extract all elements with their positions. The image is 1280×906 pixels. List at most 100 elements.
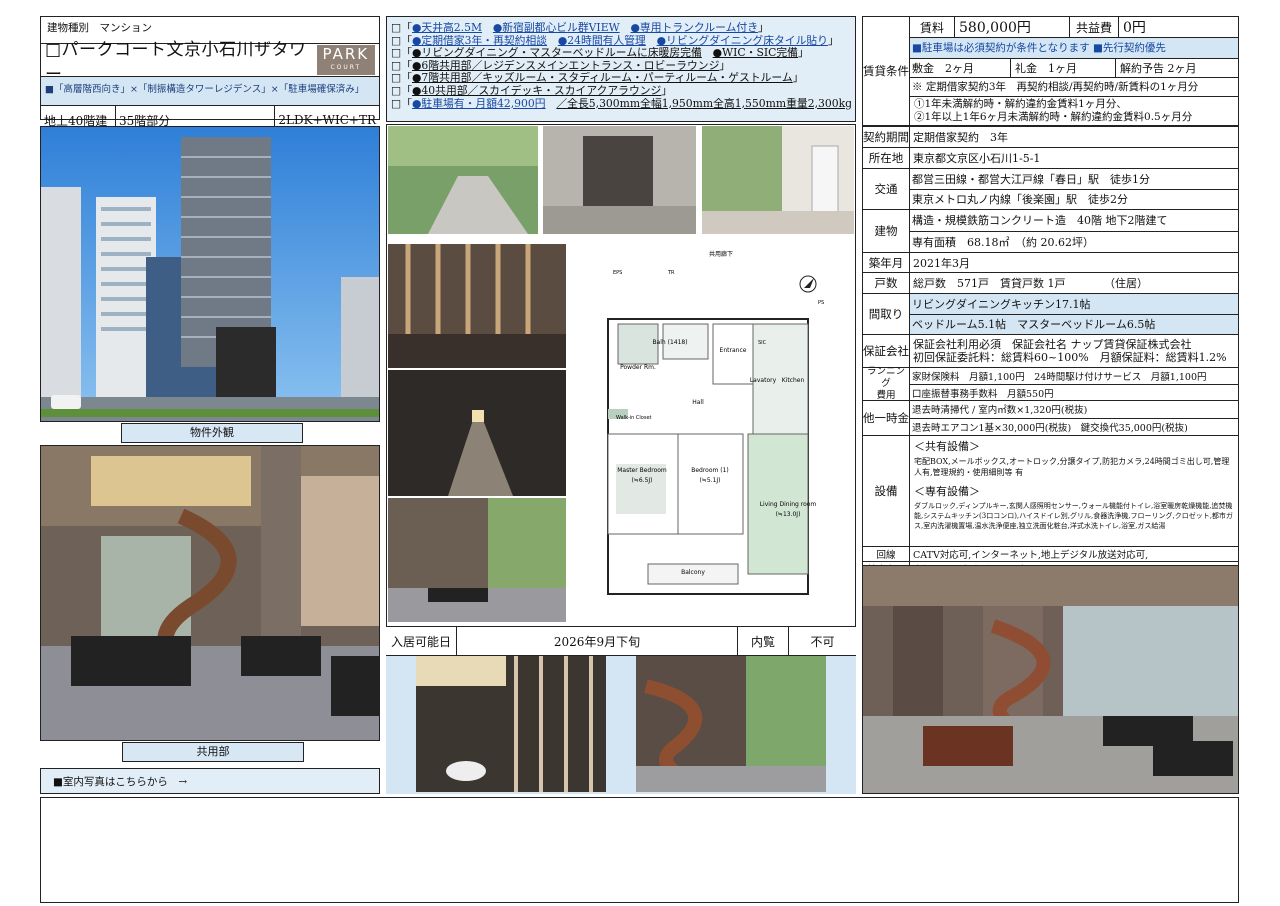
room-hall: Hall — [692, 399, 704, 406]
onetime-line-2: 退去時エアコン1基×30,000円(税抜) 鍵交換代35,000円(税抜) — [912, 422, 1188, 434]
feature-line: □「●7階共用部／キッズルーム・スタディルーム・パーティルーム・ゲストルーム」 — [391, 72, 804, 85]
common-fee-value: 0円 — [1123, 20, 1146, 36]
feature-item: ●定期借家3年・再契約相談 — [412, 34, 548, 47]
feature-item: ／全長5,300mm全幅1,950mm全高1,550mm重量2,300kg — [556, 97, 851, 110]
building-area: 専有面積 68.18㎡ （約 20.62坪） — [912, 235, 1094, 249]
guarantee-label: 保証会社 — [863, 335, 910, 367]
room-bath: Balh (1418) — [652, 339, 687, 346]
contract-note: ※ 定期借家契約3年 再契約相談/再契約時/新賃料の1ヶ月分 — [910, 78, 1238, 98]
rooms-label: 間取り — [863, 294, 910, 334]
approach-photo — [388, 126, 538, 234]
feature-item: ●7階共用部／キッズルーム・スタディルーム・パーティルーム・ゲストルーム — [412, 72, 793, 85]
move-in-row: 入居可能日 2026年9月下旬 内覧 不可 — [386, 626, 856, 656]
room-powder: Powder Rm. — [620, 364, 656, 371]
guarantee-line-1: 保証会社利用必須 保証会社名 ナップ賃貸保証株式会社 — [913, 338, 1192, 351]
contract-value: 定期借家契約 3年 — [913, 131, 1008, 144]
feature-item: ●新宿副都心ビル群VIEW — [492, 22, 620, 34]
feature-item: ●駐車場有・月額42,900円 — [412, 97, 546, 110]
feature-item: ●40共用部／スカイデッキ・スカイアクアラウンジ — [412, 84, 662, 97]
feature-item: ●リビングダイニング・マスターベッドルームに床暖房完備 — [412, 47, 702, 60]
common-equipment-text: 宅配BOX,メールボックス,オートロック,分譲タイプ,防犯カメラ,24時間ゴミ出… — [914, 457, 1230, 477]
penalty-note-2: ②1年以上1年6ヶ月未満解約時・解約違約金賃料0.5ヶ月分 — [914, 111, 1193, 124]
feature-item: ●WIC・SIC完備 — [712, 47, 798, 60]
exterior-photo — [40, 126, 380, 422]
room-wic: Walk-in Closet — [616, 415, 652, 421]
rent-value: 580,000円 — [955, 17, 1070, 37]
floor-plan: 共用廊下 Balh (1418) Powder Rm. Entrance Lav… — [588, 244, 854, 622]
features-list: □「●天井高2.5M ●新宿副都心ビル群VIEW ●専用トランクルーム付き」 □「… — [386, 16, 856, 122]
rent-conditions-table: 賃貸条件 賃料 580,000円 共益費 0円 ■駐車場は必須契約が条件となりま… — [862, 16, 1239, 126]
room-entrance: Entrance — [720, 347, 747, 354]
room-sic: SIC — [758, 340, 767, 346]
spiral-stair-photo — [636, 656, 826, 792]
onetime-line-1: 退去時清掃代 / 室内㎡数×1,320円(税抜) — [910, 401, 1238, 419]
park-court-logo: PARK COURT — [316, 45, 375, 75]
room-bedroom: Bedroom (1) — [691, 467, 729, 474]
transport-label: 交通 — [863, 169, 910, 209]
building-label: 建物 — [863, 210, 910, 252]
room-lavatory: Lavatory — [750, 377, 777, 384]
building-structure: 構造・規模鉄筋コンクリート造 40階 地下2階建て — [910, 210, 1238, 232]
interior-photos-link[interactable]: ■室内写真はこちらから → — [40, 768, 380, 794]
notes-area — [40, 797, 1239, 903]
rent-label: 賃料 — [910, 17, 955, 37]
property-details-table: 契約期間 定期借家契約 3年 所在地 東京都文京区小石川1-5-1 交通 都営三… — [862, 126, 1239, 577]
viewing-value: 不可 — [810, 634, 835, 649]
move-in-date: 2026年9月下旬 — [457, 627, 738, 655]
rooms-line-2: ベッドルーム5.1帖 マスターベッドルーム6.5帖 — [910, 314, 1238, 334]
feature-line: □「●定期借家3年・再契約相談 ●24時間有人管理 ●リビングダイニング床タイル… — [391, 34, 839, 47]
feature-item: ●専用トランクルーム付き — [630, 22, 759, 34]
room-kitchen: Kitchen — [782, 377, 805, 384]
room-ps: PS — [818, 300, 824, 306]
room-balcony: Balcony — [681, 569, 705, 576]
room-eps: EPS — [613, 270, 622, 276]
room-ldk-size: (≒13.0J) — [776, 511, 801, 518]
viewing-label: 内覧 — [738, 627, 789, 655]
feature-item: ●天井高2.5M — [412, 22, 483, 34]
lobby-stair-photo — [862, 565, 1239, 794]
room-tr: TR — [667, 270, 675, 276]
running-line-1: 家財保険料 月額1,100円 24時間駆け付けサービス 月額1,100円 — [910, 368, 1238, 385]
room-ldk: Living Dining room — [760, 501, 817, 508]
feature-line: □「●6階共用部／レジデンスメインエントランス・ロビーラウンジ」 — [391, 59, 731, 72]
property-header: 建物種別 マンション □パークコート文京小石川ザタワー PARK COURT ■… — [40, 16, 380, 134]
deposit: 敷金 2ヶ月 — [910, 58, 1011, 77]
room-master: Master Bedroom — [617, 467, 667, 474]
property-name-row: □パークコート文京小石川ザタワー PARK COURT — [41, 40, 379, 85]
lounge-photo — [388, 244, 566, 368]
rooms-line-1: リビングダイニングキッチン17.1帖 — [910, 294, 1238, 315]
equipment-label: 設備 — [863, 436, 910, 546]
north-arrow-icon — [804, 278, 814, 288]
units-label: 戸数 — [863, 273, 910, 293]
parking-notice: ■駐車場は必須契約が条件となります ■先行契約優先 — [910, 38, 1238, 59]
sign-photo — [702, 126, 854, 234]
common-fee-label: 共益費 — [1070, 17, 1119, 37]
address-value: 東京都文京区小石川1-5-1 — [913, 152, 1041, 165]
rent-conditions-label: 賃貸条件 — [863, 17, 910, 125]
exterior-caption: 物件外観 — [121, 423, 303, 443]
feature-item: ●6階共用部／レジデンスメインエントランス・ロビーラウンジ — [412, 59, 720, 72]
built-label: 築年月 — [863, 253, 910, 272]
property-name: □パークコート文京小石川ザタワー — [45, 40, 307, 85]
address-label: 所在地 — [863, 148, 910, 168]
lounge-window-photo — [416, 656, 606, 792]
room-master-size: (≒6.5J) — [631, 477, 652, 484]
onetime-label: 他一時金 — [863, 401, 910, 435]
feature-line: □「●リビングダイニング・マスターベッドルームに床暖房完備 ●WIC・SIC完備… — [391, 47, 809, 60]
transport-line-2: 東京メトロ丸ノ内線「後楽園」駅 徒歩2分 — [912, 193, 1128, 207]
running-line-2: 口座振替事務手数料 月額550円 — [912, 388, 1054, 400]
key-money: 礼金 1ヶ月 — [1011, 58, 1116, 77]
cancel-notice: 解約予告 2ヶ月 — [1120, 61, 1197, 75]
lobby-photo — [388, 498, 566, 622]
common-area-photo — [40, 445, 380, 741]
private-equipment-title: ＜専有設備＞ — [914, 485, 980, 498]
floorplan-hallway-label: 共用廊下 — [709, 250, 733, 258]
move-in-label: 入居可能日 — [386, 627, 457, 655]
line-label: 回線 — [863, 547, 910, 561]
transport-line-1: 都営三田線・都営大江戸線「春日」駅 徒歩1分 — [910, 169, 1238, 190]
penalty-note-1: ①1年未満解約時・解約違約金賃料1ヶ月分、 — [914, 98, 1127, 111]
feature-item: ●24時間有人管理 — [557, 34, 646, 47]
common-equipment-title: ＜共有設備＞ — [914, 440, 980, 453]
built-value: 2021年3月 — [913, 256, 970, 270]
common-caption: 共用部 — [122, 742, 304, 762]
